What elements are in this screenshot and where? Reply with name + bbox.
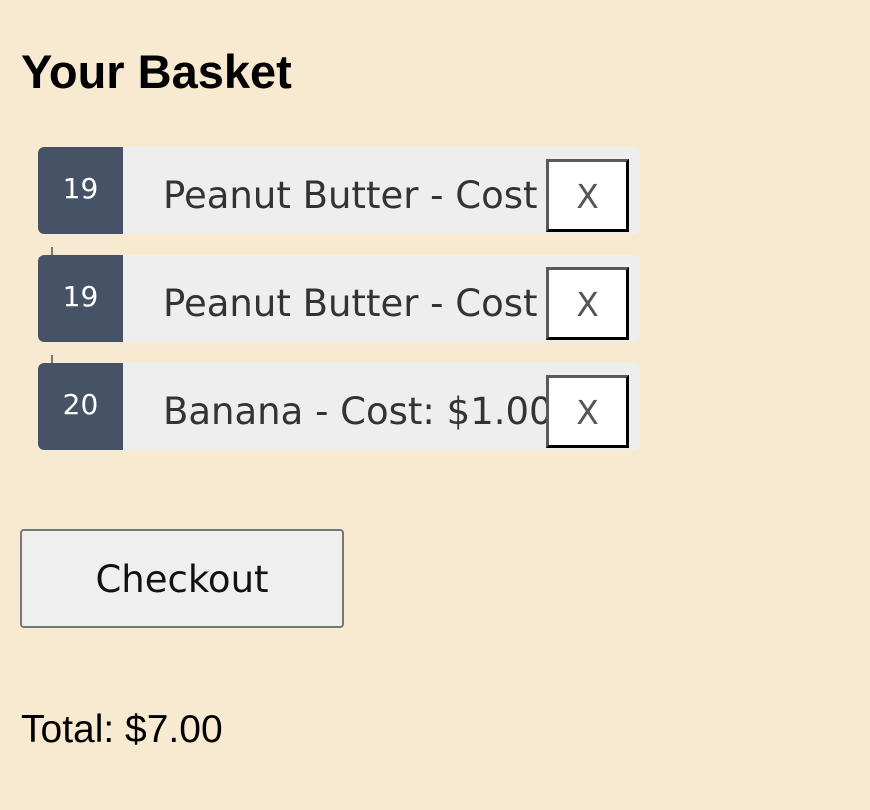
- basket-list: 19 Peanut Butter - Cost X 19 Peanut Butt…: [38, 147, 640, 471]
- basket-item: 20 Banana - Cost: $1.00 X: [38, 363, 640, 450]
- item-label: Peanut Butter - Cost: [163, 282, 538, 325]
- page-title: Your Basket: [21, 45, 292, 98]
- remove-item-button[interactable]: X: [546, 375, 629, 448]
- basket-item: 19 Peanut Butter - Cost X: [38, 255, 640, 363]
- remove-item-button[interactable]: X: [546, 267, 629, 340]
- item-id-badge: 19: [38, 147, 123, 234]
- item-id-badge: 20: [38, 363, 123, 450]
- basket-total: Total: $7.00: [21, 708, 223, 751]
- item-id-badge: 19: [38, 255, 123, 342]
- item-label: Peanut Butter - Cost: [163, 174, 538, 217]
- remove-item-button[interactable]: X: [546, 159, 629, 232]
- checkout-button[interactable]: Checkout: [20, 529, 344, 628]
- basket-item: 19 Peanut Butter - Cost X: [38, 147, 640, 255]
- item-label: Banana - Cost: $1.00: [163, 390, 548, 433]
